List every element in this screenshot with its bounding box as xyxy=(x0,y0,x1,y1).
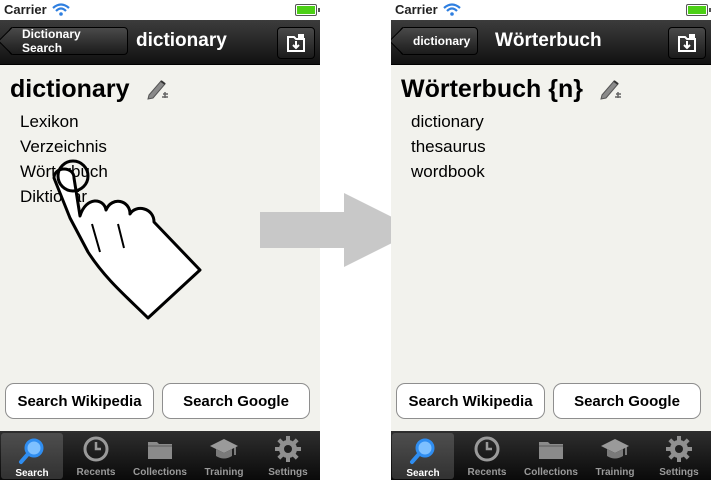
entry-headword: Wörterbuch {n} xyxy=(401,75,583,103)
tab-bar: Search Recents Collections Training Sett… xyxy=(0,431,320,480)
edit-pencil-icon[interactable] xyxy=(146,78,170,100)
tab-search[interactable]: Search xyxy=(392,433,454,479)
back-button-label: dictionary xyxy=(413,34,471,48)
tab-recents[interactable]: Recents xyxy=(65,431,127,480)
folder-add-icon xyxy=(287,34,305,52)
tab-settings[interactable]: Settings xyxy=(648,431,710,480)
navigation-bar: dictionary Wörterbuch xyxy=(391,20,711,65)
back-button[interactable]: Dictionary Search xyxy=(0,26,128,56)
screen-after: Carrier dictionary Wörterbuch Wörterbuch… xyxy=(391,0,711,480)
gear-icon xyxy=(666,436,692,462)
back-button-label: Dictionary Search xyxy=(22,27,81,55)
back-button[interactable]: dictionary xyxy=(391,26,478,56)
navigation-bar: Dictionary Search dictionary xyxy=(0,20,320,65)
tab-label: Training xyxy=(595,467,635,478)
folder-add-icon xyxy=(678,34,696,52)
translation-item[interactable]: dictionary xyxy=(411,112,486,137)
search-google-button[interactable]: Search Google xyxy=(162,383,310,419)
tab-label: Recents xyxy=(76,467,116,478)
tab-settings[interactable]: Settings xyxy=(257,431,319,480)
battery-icon xyxy=(686,4,711,16)
tab-label: Training xyxy=(204,467,244,478)
search-google-button[interactable]: Search Google xyxy=(553,383,701,419)
clock-icon xyxy=(474,436,500,462)
add-to-collection-button[interactable] xyxy=(668,27,706,59)
edit-pencil-icon[interactable] xyxy=(599,78,623,100)
search-wikipedia-button[interactable]: Search Wikipedia xyxy=(5,383,154,419)
status-bar: Carrier xyxy=(0,0,320,20)
tab-label: Collections xyxy=(524,467,578,478)
status-bar: Carrier xyxy=(391,0,711,20)
wifi-icon xyxy=(443,3,461,16)
translation-list: dictionary thesaurus wordbook xyxy=(411,112,486,187)
tab-bar: Search Recents Collections Training Sett… xyxy=(391,431,711,480)
tab-collections[interactable]: Collections xyxy=(129,431,191,480)
search-wikipedia-button[interactable]: Search Wikipedia xyxy=(396,383,545,419)
nav-title: dictionary xyxy=(136,30,227,51)
tab-training[interactable]: Training xyxy=(584,431,646,480)
tab-collections[interactable]: Collections xyxy=(520,431,582,480)
translation-item[interactable]: thesaurus xyxy=(411,137,486,162)
add-to-collection-button[interactable] xyxy=(277,27,315,59)
wifi-icon xyxy=(52,3,70,16)
nav-title: Wörterbuch xyxy=(495,30,602,51)
tab-label: Settings xyxy=(659,467,699,478)
tab-label: Collections xyxy=(133,467,187,478)
graduation-cap-icon xyxy=(601,439,629,459)
carrier-label: Carrier xyxy=(395,2,438,17)
folder-icon xyxy=(539,442,563,459)
tab-label: Settings xyxy=(268,467,308,478)
tab-recents[interactable]: Recents xyxy=(456,431,518,480)
entry-headword: dictionary xyxy=(10,75,130,103)
translation-item[interactable]: wordbook xyxy=(411,162,486,187)
tapping-hand-icon xyxy=(52,159,202,320)
gear-icon xyxy=(275,436,301,462)
graduation-cap-icon xyxy=(210,439,238,459)
battery-icon xyxy=(295,4,320,16)
magnifier-icon xyxy=(410,438,435,464)
tab-training[interactable]: Training xyxy=(193,431,255,480)
folder-icon xyxy=(148,442,172,459)
translation-item[interactable]: Lexikon xyxy=(20,112,108,137)
magnifier-icon xyxy=(19,438,44,464)
tab-label: Recents xyxy=(467,467,507,478)
tab-search[interactable]: Search xyxy=(1,433,63,479)
carrier-label: Carrier xyxy=(4,2,47,17)
clock-icon xyxy=(83,436,109,462)
